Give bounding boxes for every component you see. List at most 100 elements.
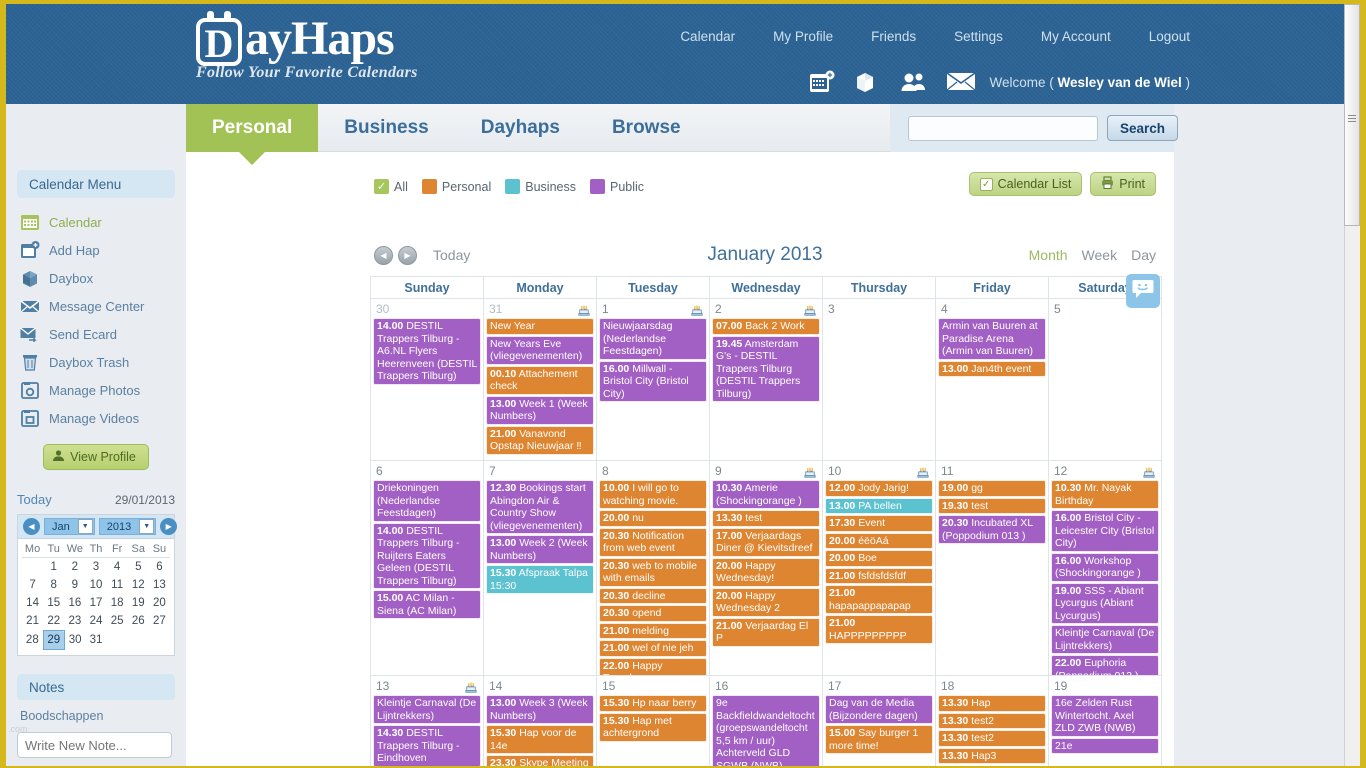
mini-cal-day[interactable]: 9 bbox=[64, 576, 85, 594]
calendar-event[interactable]: New Year bbox=[486, 318, 594, 335]
calendar-event[interactable]: 10.00 I will go to watching movie. bbox=[599, 480, 707, 509]
legend-public[interactable]: Public bbox=[589, 179, 644, 194]
topnav-my-account[interactable]: My Account bbox=[1041, 29, 1111, 44]
print-button[interactable]: Print bbox=[1090, 172, 1156, 196]
mini-cal-day[interactable]: 11 bbox=[107, 576, 128, 594]
calendar-event[interactable]: 20.30 web to mobile with emails bbox=[599, 557, 707, 587]
tab-personal[interactable]: Personal bbox=[186, 104, 319, 165]
calendar-event[interactable]: 21.00 hapapappapapap bbox=[825, 585, 933, 614]
calendar-event[interactable]: 20.00 nu bbox=[599, 510, 707, 527]
calendar-event[interactable]: 20.00 Happy Wednesday 2 bbox=[712, 587, 820, 617]
mini-cal-day[interactable]: 4 bbox=[107, 558, 128, 577]
calendar-event[interactable]: 21e bbox=[1051, 737, 1159, 754]
calendar-event[interactable]: 14.30 DESTIL Trappers Tilburg - Eindhove… bbox=[373, 725, 481, 766]
calendar-day-cell[interactable]: 16 9e Backfieldwandeltocht (groepswandelt… bbox=[710, 676, 823, 766]
calendar-event[interactable]: 19.00 SSS - Abiant Lycurgus (Abiant Lycu… bbox=[1051, 582, 1159, 624]
mail-icon[interactable] bbox=[946, 70, 975, 94]
calendar-event[interactable]: 20.30 opend bbox=[599, 605, 707, 622]
topnav-friends[interactable]: Friends bbox=[871, 29, 916, 44]
calendar-day-cell[interactable]: 15 15.30 Hp naar berry 15.30 Hap met achte… bbox=[597, 676, 710, 766]
calendar-day-cell[interactable]: 30 14.00 DESTIL Trappers Tilburg - A6.NL … bbox=[371, 299, 484, 461]
legend-personal[interactable]: Personal bbox=[421, 179, 491, 194]
calendar-event[interactable]: Kleintje Carnaval (De Lijntrekkers) bbox=[1051, 625, 1159, 654]
calendar-event[interactable]: 13.30 Hap3 bbox=[938, 747, 1046, 764]
calendar-event[interactable]: 13.00 Jan4th event bbox=[938, 360, 1046, 377]
sidebar-item-manage-photos[interactable]: Manage Photos bbox=[20, 376, 186, 404]
calendar-event[interactable]: 14.00 DESTIL Trappers Tilburg - Ruijters… bbox=[373, 522, 481, 589]
calendar-event[interactable]: 13.00 Week 3 (Week Numbers) bbox=[486, 695, 594, 724]
calendar-day-cell[interactable]: 4 Armin van Buuren at Paradise Arena (Arm… bbox=[936, 299, 1049, 461]
mini-cal-day[interactable]: 16 bbox=[64, 594, 85, 612]
calendar-event[interactable]: 21.00 fsfdsfdsfdf bbox=[825, 567, 933, 584]
calendar-event[interactable]: 13.00 PA bellen bbox=[825, 497, 933, 514]
topnav-logout[interactable]: Logout bbox=[1149, 29, 1190, 44]
calendar-event[interactable]: 9e Backfieldwandeltocht (groepswandeltoc… bbox=[712, 695, 820, 766]
calendar-event[interactable]: 13.30 test2 bbox=[938, 730, 1046, 747]
calendar-event[interactable]: 19.45 Amsterdam G's - DESTIL Trappers Ti… bbox=[712, 335, 820, 402]
mini-cal-day[interactable]: 15 bbox=[43, 594, 64, 612]
calendar-event[interactable]: 20.30 Notification from web event bbox=[599, 527, 707, 557]
calendar-event[interactable]: 15.00 AC Milan - Siena (AC Milan) bbox=[373, 590, 481, 619]
calendar-event[interactable]: Driekoningen (Nederlandse Feestdagen) bbox=[373, 480, 481, 522]
calendar-event[interactable]: 15.30 Afspraak Talpa 15:30 bbox=[486, 565, 594, 594]
mini-cal-day[interactable]: 27 bbox=[149, 612, 170, 631]
calendar-event[interactable]: 12.00 Jody Jarig! bbox=[825, 480, 933, 497]
topnav-my-profile[interactable]: My Profile bbox=[773, 29, 833, 44]
calendar-day-cell[interactable]: 8 10.00 I will go to watching movie. 20.00… bbox=[597, 461, 710, 676]
calendar-day-cell[interactable]: 10 12.00 Jody Jarig! 13.00 PA bellen 17.30 … bbox=[823, 461, 936, 676]
calendar-event[interactable]: 17.30 Event bbox=[825, 515, 933, 532]
topnav-calendar[interactable]: Calendar bbox=[680, 29, 735, 44]
tab-business[interactable]: Business bbox=[318, 104, 454, 152]
sidebar-item-calendar[interactable]: Calendar bbox=[20, 208, 186, 236]
calendar-event[interactable]: 16.00 Bristol City - Leicester City (Bri… bbox=[1051, 510, 1159, 552]
calendar-event[interactable]: New Years Eve (vliegevenementen) bbox=[486, 335, 594, 365]
calendar-day-cell[interactable]: 12 10.30 Mr. Nayak Birthday 16.00 Bristol … bbox=[1049, 461, 1162, 676]
mini-cal-day[interactable]: 23 bbox=[64, 612, 85, 631]
calendar-day-cell[interactable]: 19 16e Zelden Rust Wintertocht. Axel ZLD … bbox=[1049, 676, 1162, 766]
mini-cal-day[interactable]: 3 bbox=[85, 558, 106, 577]
mini-cal-day[interactable]: 30 bbox=[64, 631, 85, 650]
calendar-event[interactable]: 15.30 Hap met achtergrond bbox=[599, 712, 707, 742]
calendar-event[interactable]: 15.30 Hap voor de 14e bbox=[486, 725, 594, 754]
view-week[interactable]: Week bbox=[1082, 247, 1118, 263]
calendar-day-cell[interactable]: 14 13.00 Week 3 (Week Numbers) 15.30 Hap v… bbox=[484, 676, 597, 766]
calendar-event[interactable]: 20.30 decline bbox=[599, 587, 707, 604]
mini-cal-day[interactable]: 13 bbox=[149, 576, 170, 594]
sidebar-item-send-ecard[interactable]: Send Ecard bbox=[20, 320, 186, 348]
view-day[interactable]: Day bbox=[1131, 247, 1156, 263]
mini-cal-day[interactable]: 8 bbox=[43, 576, 64, 594]
search-button[interactable]: Search bbox=[1107, 115, 1179, 141]
calendar-event[interactable]: 22.00 Euphoria (Poppodium 013 ) bbox=[1051, 655, 1159, 675]
mini-cal-day[interactable]: 26 bbox=[128, 612, 149, 631]
mini-cal-day[interactable]: 6 bbox=[149, 558, 170, 577]
mini-cal-day[interactable]: 28 bbox=[22, 631, 43, 650]
calendar-event[interactable]: Armin van Buuren at Paradise Arena (Armi… bbox=[938, 318, 1046, 360]
calendar-event[interactable]: 21.00 wel of nie jeh bbox=[599, 640, 707, 657]
legend-all[interactable]: ✓ All bbox=[374, 179, 408, 194]
calendar-list-button[interactable]: ✓ Calendar List bbox=[968, 172, 1083, 196]
calendar-day-cell[interactable]: 7 12.30 Bookings start Abingdon Air & Cou… bbox=[484, 461, 597, 676]
tab-browse[interactable]: Browse bbox=[586, 104, 707, 152]
mini-cal-day[interactable]: 2 bbox=[64, 558, 85, 577]
mini-cal-day[interactable]: 7 bbox=[22, 576, 43, 594]
new-note-input[interactable] bbox=[17, 732, 172, 758]
calendar-event[interactable]: 10.30 Amerie (Shockingorange ) bbox=[712, 480, 820, 509]
calendar-day-cell[interactable]: 17 Dag van de Media (Bijzondere dagen) 15.… bbox=[823, 676, 936, 766]
chat-widget-button[interactable] bbox=[1126, 274, 1160, 308]
sidebar-item-message-center[interactable]: Message Center bbox=[20, 292, 186, 320]
calendar-event[interactable]: 16e Zelden Rust Wintertocht. Axel ZLD ZW… bbox=[1051, 695, 1159, 737]
calendar-event[interactable]: 21.00 Vanavond Opstap Nieuwjaar ‼ bbox=[486, 425, 594, 455]
calendar-event[interactable]: 21.00 melding bbox=[599, 622, 707, 639]
mini-cal-day[interactable]: 20 bbox=[149, 594, 170, 612]
calendar-event[interactable]: 13.00 Week 2 (Week Numbers) bbox=[486, 535, 594, 564]
view-profile-button[interactable]: View Profile bbox=[43, 444, 149, 470]
calendar-event[interactable]: 16.00 Workshop (Shockingorange ) bbox=[1051, 552, 1159, 582]
calendar-day-cell[interactable]: 18 13.30 Hap 13.30 test2 13.30 test2 13.30 H… bbox=[936, 676, 1049, 766]
calendar-event[interactable]: 22.00 Happy Tuesday bbox=[599, 657, 707, 675]
calendar-event[interactable]: 10.30 Mr. Nayak Birthday bbox=[1051, 480, 1159, 509]
calendar-day-cell[interactable]: 13 Kleintje Carnaval (De Lijntrekkers) 14.… bbox=[371, 676, 484, 766]
mini-cal-year-select[interactable]: 2013 ▼ bbox=[98, 518, 157, 535]
page-scrollbar-track[interactable] bbox=[1344, 4, 1360, 766]
calendar-event[interactable]: 20.30 Incubated XL (Poppodium 013 ) bbox=[938, 515, 1046, 544]
calendar-event[interactable]: Dag van de Media (Bijzondere dagen) bbox=[825, 695, 933, 724]
